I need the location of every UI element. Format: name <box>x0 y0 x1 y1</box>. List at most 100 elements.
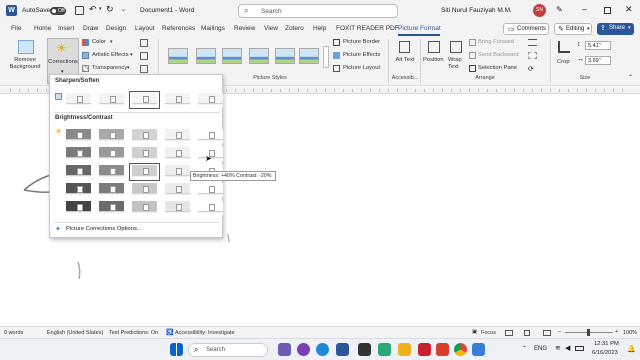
text-predictions-status[interactable]: Text Predictions: On <box>109 330 158 336</box>
tab-review[interactable]: Review <box>234 25 255 32</box>
correction-preset-thumb[interactable] <box>130 128 159 144</box>
correction-preset-thumb[interactable] <box>196 182 225 198</box>
correction-preset-thumb[interactable] <box>163 92 192 108</box>
correction-preset-thumb[interactable] <box>129 163 160 181</box>
file-explorer-icon[interactable] <box>297 343 310 356</box>
picture-style-thumb[interactable] <box>249 48 269 64</box>
print-layout-icon[interactable] <box>524 330 530 336</box>
edge-icon[interactable] <box>316 343 329 356</box>
height-input[interactable]: 5.41" <box>585 41 611 50</box>
reset-picture-icon[interactable] <box>140 65 148 73</box>
picture-style-thumb[interactable] <box>222 48 242 64</box>
collapse-ribbon-icon[interactable]: ⌃ <box>628 74 633 81</box>
correction-preset-thumb[interactable] <box>64 146 93 162</box>
correction-preset-thumb[interactable] <box>97 128 126 144</box>
picture-style-thumb[interactable] <box>299 48 319 64</box>
correction-preset-thumb[interactable] <box>64 128 93 144</box>
correction-preset-thumb[interactable] <box>64 164 93 180</box>
photos-icon[interactable] <box>472 343 485 356</box>
tab-view[interactable]: View <box>264 25 278 32</box>
correction-preset-thumb[interactable] <box>196 92 225 108</box>
compress-pictures-icon[interactable] <box>140 39 148 47</box>
tab-help[interactable]: Help <box>313 25 326 32</box>
mcafee-icon[interactable] <box>418 343 431 356</box>
minimize-icon[interactable]: – <box>582 4 587 14</box>
correction-preset-thumb[interactable] <box>64 182 93 198</box>
correction-preset-thumb[interactable] <box>129 91 160 109</box>
redo-icon[interactable]: ↻ <box>106 4 114 15</box>
correction-preset-thumb[interactable] <box>64 92 93 108</box>
correction-preset-thumb[interactable] <box>130 146 159 162</box>
avatar[interactable]: SN <box>533 4 546 17</box>
tab-draw[interactable]: Draw <box>83 25 98 32</box>
web-layout-icon[interactable] <box>543 330 551 336</box>
zoom-slider-thumb[interactable] <box>587 329 590 336</box>
widgets-icon[interactable] <box>278 343 291 356</box>
group-icon[interactable] <box>528 52 537 59</box>
rotate-icon[interactable]: ⟳ <box>528 65 534 73</box>
language-status[interactable]: English (United States) <box>47 330 103 336</box>
send-backward-button[interactable]: Send Backward <box>469 52 519 62</box>
tab-file[interactable]: File <box>11 25 21 32</box>
correction-preset-thumb[interactable] <box>163 182 192 198</box>
taskbar-date[interactable]: 6/16/2023 <box>592 350 618 356</box>
picture-layout-button[interactable]: Picture Layout <box>333 65 385 75</box>
correction-preset-thumb[interactable] <box>196 200 225 216</box>
remove-background-button[interactable]: Remove Background <box>6 39 44 75</box>
position-button[interactable]: Position <box>423 39 445 73</box>
tab-home[interactable]: Home <box>34 25 51 32</box>
system-tray-chevron-icon[interactable]: ⌃ <box>522 345 527 352</box>
tab-design[interactable]: Design <box>106 25 126 32</box>
save-icon[interactable] <box>75 6 84 15</box>
color-button[interactable]: Color ▾ <box>82 39 132 49</box>
tab-mailings[interactable]: Mailings <box>201 25 225 32</box>
undo-icon[interactable]: ↶ <box>89 4 97 15</box>
picture-corrections-options-link[interactable]: ✦ Picture Corrections Options... <box>54 225 214 235</box>
align-icon[interactable] <box>528 39 537 46</box>
taskbar-search-box[interactable]: ⌕ Search <box>188 343 268 357</box>
undo-dropdown-icon[interactable]: ▾ <box>99 6 102 12</box>
wifi-icon[interactable]: ≋ <box>555 344 561 352</box>
correction-preset-thumb[interactable] <box>130 182 159 198</box>
picture-style-thumb[interactable] <box>196 48 216 64</box>
tab-zotero[interactable]: Zotero <box>285 25 304 32</box>
customize-toolbar-icon[interactable]: ⌄ <box>121 6 126 13</box>
wrap-text-button[interactable]: Wrap Text <box>446 39 466 73</box>
correction-preset-thumb[interactable] <box>64 200 93 216</box>
tab-insert[interactable]: Insert <box>58 25 74 32</box>
pen-icon[interactable]: ✎ <box>556 5 563 14</box>
tab-picture-format[interactable]: Picture Format <box>398 25 441 32</box>
notification-icon[interactable]: 🔔 <box>627 345 636 353</box>
artistic-effects-button[interactable]: Artistic Effects ▾ <box>82 52 142 62</box>
correction-preset-thumb[interactable] <box>97 92 126 108</box>
taskbar-time[interactable]: 12:31 PM <box>594 341 619 347</box>
bring-forward-button[interactable]: Bring Forward <box>469 39 519 49</box>
correction-preset-thumb[interactable] <box>163 128 192 144</box>
zoom-out-icon[interactable]: – <box>558 329 561 335</box>
title-search-box[interactable]: ⌕ Search <box>238 4 398 18</box>
file-manager-icon[interactable] <box>398 343 411 356</box>
word-count[interactable]: 0 words <box>4 330 23 336</box>
word-taskbar-icon[interactable] <box>336 343 349 356</box>
share-button[interactable]: ⇪ Share ▾ <box>597 23 634 35</box>
correction-preset-thumb[interactable] <box>163 200 192 216</box>
picture-style-thumb[interactable] <box>168 48 188 64</box>
battery-icon[interactable] <box>575 346 584 351</box>
picture-effects-button[interactable]: Picture Effects <box>333 52 385 62</box>
app-icon[interactable] <box>358 343 371 356</box>
correction-preset-thumb[interactable] <box>196 128 225 144</box>
correction-preset-thumb[interactable] <box>163 164 192 180</box>
alt-text-button[interactable]: Alt Text <box>394 39 416 73</box>
picture-border-button[interactable]: Picture Border <box>333 39 385 49</box>
maximize-icon[interactable] <box>604 7 611 14</box>
foxit-icon[interactable] <box>436 343 449 356</box>
read-mode-icon[interactable] <box>505 330 513 336</box>
crop-button[interactable]: Crop <box>553 39 575 73</box>
volume-icon[interactable]: ◀ <box>565 344 570 352</box>
tab-references[interactable]: References <box>162 25 195 32</box>
zoom-level[interactable]: 100% <box>623 330 637 336</box>
chrome-icon[interactable] <box>454 343 467 356</box>
styles-gallery-scroll[interactable] <box>323 46 329 68</box>
accessibility-status[interactable]: Accessibility: Investigate <box>175 330 235 336</box>
correction-preset-thumb[interactable] <box>97 200 126 216</box>
